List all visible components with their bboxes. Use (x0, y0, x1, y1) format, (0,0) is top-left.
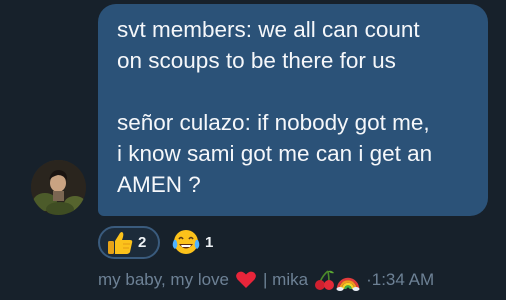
message-line: svt members: we all can count (117, 17, 420, 42)
avatar[interactable] (31, 160, 86, 215)
face-with-tears-of-joy-icon (172, 229, 200, 254)
reaction-count: 2 (138, 234, 147, 251)
message-meta: my baby, my love | mika · 1:34 AM (98, 266, 434, 294)
reaction-count: 1 (205, 234, 214, 251)
rainbow-icon (336, 277, 360, 291)
message-line: on scoups to be there for us (117, 48, 396, 73)
message-bubble[interactable]: svt members: we all can count on scoups … (98, 4, 488, 216)
message-line: AMEN ? (117, 172, 201, 197)
timestamp: 1:34 AM (371, 270, 435, 289)
sender-name[interactable]: my baby, my love (98, 270, 229, 290)
red-heart-icon (236, 271, 256, 288)
message-line: señor culazo: if nobody got me, (117, 110, 430, 135)
message-line: i know sami got me can i get an (117, 141, 433, 166)
chat-screen: svt members: we all can count on scoups … (0, 0, 506, 300)
reaction-tears-of-joy[interactable]: 1 (169, 226, 225, 259)
cherries-icon (315, 270, 335, 290)
thumbs-up-icon (108, 231, 133, 254)
avatar-photo-icon (31, 160, 86, 215)
sender-title: | mika (263, 270, 309, 289)
reaction-thumbs-up[interactable]: 2 (98, 226, 160, 259)
